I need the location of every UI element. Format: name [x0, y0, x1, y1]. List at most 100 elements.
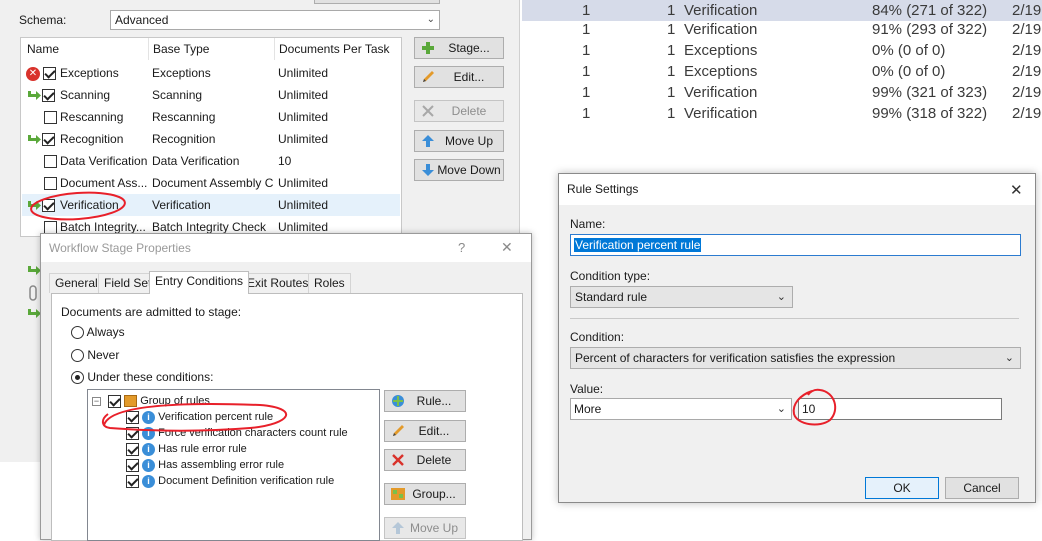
rule-item[interactable]: i Force verification characters count ru… [126, 425, 348, 441]
green-arrow-icon [28, 90, 41, 100]
tab-entry-conditions[interactable]: Entry Conditions [149, 271, 250, 294]
rule-label: Verification percent rule [158, 411, 274, 423]
group-checkbox[interactable] [108, 394, 122, 408]
stage-checkbox[interactable] [44, 177, 57, 191]
stage-name: Scanning [60, 88, 111, 102]
grid-row[interactable]: 1 1 Verification 84% (271 of 322) 2/19 [522, 0, 1042, 21]
grid-cell-stage: Exceptions [684, 63, 758, 80]
operator-select[interactable]: More ⌄ [570, 398, 792, 420]
group-label: Group of rules [140, 395, 210, 407]
move-up-rule-button[interactable]: Move Up [384, 517, 466, 539]
stages-list[interactable]: Name Base Type Documents Per Task ✕ Exce… [20, 37, 402, 237]
rule-checkbox[interactable] [126, 474, 139, 488]
column-header-name[interactable]: Name [27, 38, 59, 60]
stage-row-exceptions[interactable]: ✕ Exceptions Exceptions Unlimited [22, 62, 400, 84]
condition-select[interactable]: Percent of characters for verification s… [570, 347, 1021, 369]
edit-rule-button[interactable]: Edit... [384, 420, 466, 442]
condition-type-value: Standard rule [575, 290, 648, 304]
condition-type-select[interactable]: Standard rule ⌄ [570, 286, 793, 308]
close-icon[interactable]: ✕ [501, 239, 513, 256]
rule-item[interactable]: i Has assembling error rule [126, 457, 284, 473]
grid-cell: 1 [582, 84, 591, 101]
column-header-docs-per-task[interactable]: Documents Per Task [274, 38, 390, 60]
grid-row[interactable]: 1 1 Verification 99% (318 of 322) 2/19 [522, 103, 1042, 124]
value-input[interactable]: 10 [798, 398, 1002, 420]
grid-row[interactable]: 1 1 Verification 91% (293 of 322) 2/19 [522, 19, 1042, 40]
cancel-button[interactable]: Cancel [945, 477, 1019, 499]
radio-never[interactable]: Never [71, 348, 119, 363]
rule-checkbox[interactable] [126, 410, 139, 424]
rules-tree[interactable]: − Group of rules i Verification percent … [87, 389, 380, 541]
grid-cell: 1 [667, 63, 676, 80]
pencil-icon [393, 425, 404, 436]
tab-roles[interactable]: Roles [308, 273, 351, 293]
column-header-base-type[interactable]: Base Type [148, 38, 209, 60]
chevron-down-icon: ⌄ [776, 291, 786, 303]
stage-checkbox[interactable] [43, 67, 57, 81]
schema-label: Schema: [19, 13, 67, 27]
radio-button[interactable] [71, 371, 84, 385]
rule-name-input[interactable]: Verification percent rule [570, 234, 1021, 256]
grid-cell-percent: 91% (293 of 322) [872, 21, 988, 38]
schema-combo[interactable]: Advanced ⌄ [110, 10, 440, 30]
grid-cell: 1 [582, 63, 591, 80]
delete-x-icon [422, 105, 434, 117]
workflow-stage-properties-dialog: Workflow Stage Properties ? ✕ General Fi… [40, 233, 532, 541]
rule-name-value: Verification percent rule [574, 238, 702, 252]
ok-label: OK [893, 481, 911, 495]
move-up-stage-button[interactable]: Move Up [414, 130, 504, 152]
grid-cell: 1 [582, 42, 591, 59]
delete-stage-button[interactable]: Delete [414, 100, 504, 122]
radio-always[interactable]: Always [71, 325, 125, 340]
top-toolbar-button[interactable] [314, 0, 440, 4]
stage-checkbox[interactable] [42, 89, 55, 103]
rule-item[interactable]: i Document Definition verification rule [126, 473, 334, 489]
stage-name: Document Ass... [60, 176, 148, 190]
add-group-button[interactable]: Group... [384, 483, 466, 505]
grid-cell-date: 2/19 [1012, 42, 1042, 59]
stage-checkbox[interactable] [42, 199, 55, 213]
edit-stage-button[interactable]: Edit... [414, 66, 504, 88]
rule-item[interactable]: i Verification percent rule [126, 409, 273, 425]
radio-button[interactable] [71, 326, 84, 340]
grid-row[interactable]: 1 1 Exceptions 0% (0 of 0) 2/19 [522, 40, 1042, 61]
stage-checkbox[interactable] [44, 111, 57, 125]
rule-checkbox[interactable] [126, 442, 139, 456]
help-icon[interactable]: ? [458, 240, 465, 255]
stage-row-scanning[interactable]: Scanning Scanning Unlimited [22, 84, 400, 106]
stage-docs: Unlimited [278, 66, 329, 80]
stage-row-document-assembly[interactable]: Document Ass... Document Assembly C... U… [22, 172, 400, 194]
info-icon: i [142, 410, 156, 424]
stage-button[interactable]: Stage... [414, 37, 504, 59]
close-icon[interactable]: ✕ [1010, 181, 1023, 199]
radio-under-conditions[interactable]: Under these conditions: [71, 370, 213, 385]
stage-row-verification[interactable]: Verification Verification Unlimited [22, 194, 400, 216]
grid-row[interactable]: 1 1 Exceptions 0% (0 of 0) 2/19 [522, 61, 1042, 82]
stage-checkbox[interactable] [44, 155, 57, 169]
tab-general[interactable]: General [49, 273, 104, 293]
stage-row-recognition[interactable]: Recognition Recognition Unlimited [22, 128, 400, 150]
tree-group-node[interactable]: − Group of rules [92, 393, 210, 409]
rule-settings-dialog: Rule Settings ✕ Name: Verification perce… [558, 173, 1036, 503]
green-arrow-icon [28, 134, 41, 144]
stage-checkbox[interactable] [42, 133, 55, 147]
collapse-icon[interactable]: − [92, 396, 101, 406]
tab-exit-routes[interactable]: Exit Routes [241, 273, 315, 293]
add-rule-button[interactable]: Rule... [384, 390, 466, 412]
dialog-title: Rule Settings [559, 174, 1035, 205]
condition-value: Percent of characters for verification s… [575, 351, 896, 365]
move-down-stage-button[interactable]: Move Down [414, 159, 504, 181]
grid-row[interactable]: 1 1 Verification 99% (321 of 323) 2/19 [522, 82, 1042, 103]
ok-button[interactable]: OK [865, 477, 939, 499]
operator-value: More [574, 402, 602, 416]
delete-rule-button[interactable]: Delete [384, 449, 466, 471]
stage-row-rescanning[interactable]: Rescanning Rescanning Unlimited [22, 106, 400, 128]
rule-checkbox[interactable] [126, 458, 139, 472]
radio-button[interactable] [71, 349, 84, 363]
rule-item[interactable]: i Has rule error rule [126, 441, 247, 457]
grid-cell-stage: Verification [684, 84, 758, 101]
rule-checkbox[interactable] [126, 426, 139, 440]
info-icon: i [142, 474, 156, 488]
stage-row-data-verification[interactable]: Data Verification Data Verification 10 [22, 150, 400, 172]
rule-label: Force verification characters count rule [158, 427, 348, 439]
